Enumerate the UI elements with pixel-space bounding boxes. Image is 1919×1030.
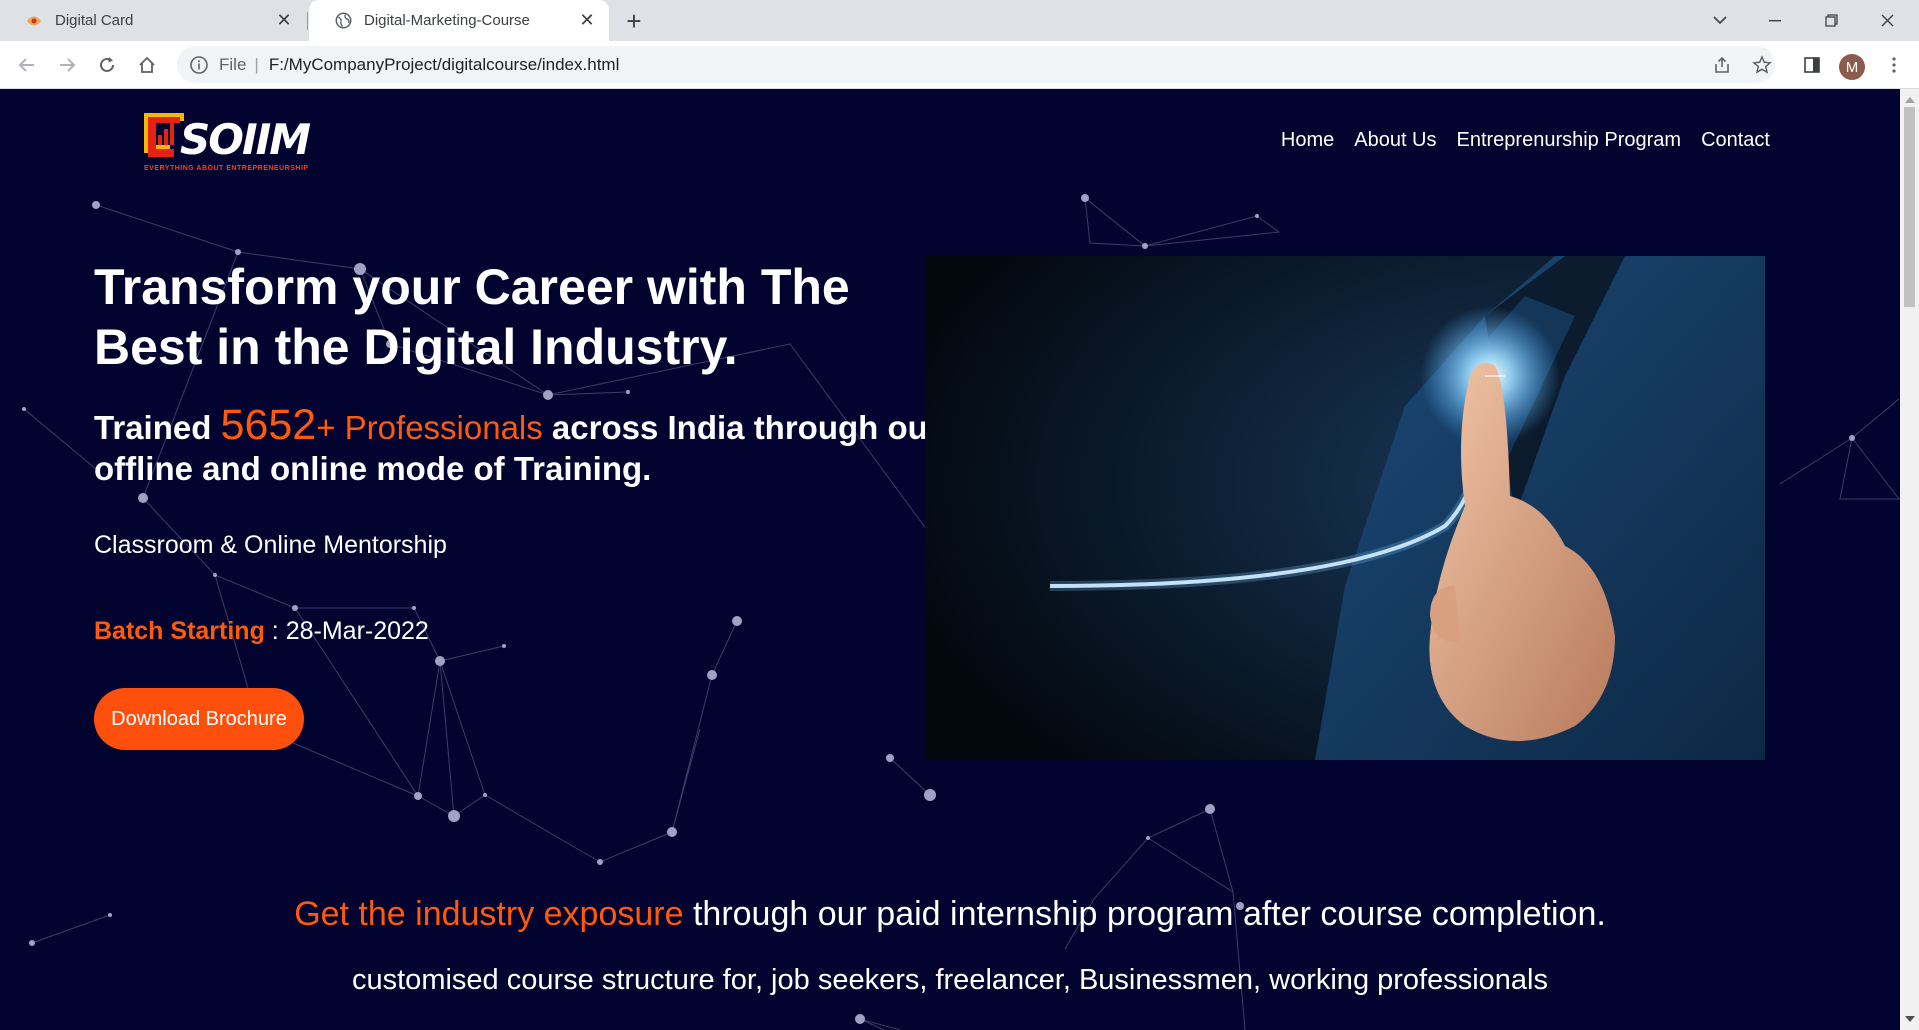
home-icon[interactable] bbox=[132, 50, 162, 80]
trained-prefix: Trained bbox=[94, 409, 221, 446]
address-bar[interactable]: File | F:/MyCompanyProject/digitalcourse… bbox=[177, 46, 1775, 83]
batch-info: Batch Starting : 28-Mar-2022 bbox=[94, 617, 429, 646]
trained-count: 5652 bbox=[220, 401, 317, 449]
forward-icon[interactable] bbox=[52, 50, 82, 80]
url-separator: | bbox=[254, 54, 259, 74]
close-icon[interactable]: ✕ bbox=[575, 9, 599, 33]
tab-divider bbox=[307, 12, 308, 30]
side-panel-icon[interactable] bbox=[1797, 50, 1827, 80]
minimize-icon[interactable] bbox=[1747, 0, 1803, 41]
close-window-icon[interactable] bbox=[1859, 0, 1915, 41]
tab-title: Digital-Marketing-Course bbox=[364, 12, 530, 29]
hero-image bbox=[925, 256, 1765, 760]
vertical-scrollbar[interactable] bbox=[1900, 89, 1919, 1030]
reload-icon[interactable] bbox=[92, 50, 122, 80]
back-icon[interactable] bbox=[12, 50, 42, 80]
tab-digital-marketing-course[interactable]: Digital-Marketing-Course ✕ bbox=[309, 0, 609, 41]
download-brochure-button[interactable]: Download Brochure bbox=[94, 688, 304, 750]
browser-toolbar: File | F:/MyCompanyProject/digitalcourse… bbox=[0, 41, 1919, 89]
globe-icon bbox=[334, 12, 352, 30]
exposure-highlight: Get the industry exposure bbox=[294, 895, 684, 933]
share-icon[interactable] bbox=[1707, 50, 1737, 80]
tab-strip: Digital Card ✕ Digital-Marketing-Course … bbox=[0, 0, 1919, 41]
tab-title: Digital Card bbox=[55, 12, 134, 29]
mentorship-text: Classroom & Online Mentorship bbox=[94, 531, 447, 559]
scroll-up-icon[interactable] bbox=[1905, 97, 1915, 103]
nav-contact[interactable]: Contact bbox=[1701, 129, 1770, 152]
bookmark-star-icon[interactable] bbox=[1747, 50, 1777, 80]
site-favicon-icon bbox=[25, 12, 43, 30]
close-icon[interactable]: ✕ bbox=[272, 9, 296, 33]
batch-separator: : bbox=[264, 617, 286, 645]
soiim-logo[interactable]: SOIIM EVERYTHING ABOUT ENTREPRENEURSHIP bbox=[140, 109, 330, 179]
restore-icon[interactable] bbox=[1803, 0, 1859, 41]
scroll-down-icon[interactable] bbox=[1905, 1016, 1915, 1022]
exposure-heading: Get the industry exposure through our pa… bbox=[0, 895, 1900, 934]
batch-label: Batch Starting bbox=[94, 617, 265, 645]
trained-plus: + bbox=[316, 409, 336, 446]
batch-date: 28-Mar-2022 bbox=[285, 617, 429, 645]
nav-about-us[interactable]: About Us bbox=[1354, 129, 1436, 152]
menu-icon[interactable] bbox=[1879, 50, 1909, 80]
url-scheme: File bbox=[219, 54, 247, 74]
nav-home[interactable]: Home bbox=[1281, 129, 1334, 152]
logo-tagline: EVERYTHING ABOUT ENTREPRENEURSHIP bbox=[144, 165, 309, 172]
url-text: F:/MyCompanyProject/digitalcourse/index.… bbox=[268, 54, 620, 74]
main-nav: Home About Us Entreprenurship Program Co… bbox=[1281, 129, 1770, 152]
tab-search-icon[interactable] bbox=[1692, 0, 1748, 41]
customised-course-text: customised course structure for, job see… bbox=[352, 964, 1548, 996]
tab-digital-card[interactable]: Digital Card ✕ bbox=[0, 0, 306, 41]
logo-text: SOIIM bbox=[180, 115, 311, 164]
hero-title: Transform your Career with The Best in t… bbox=[94, 259, 850, 375]
info-icon[interactable] bbox=[189, 55, 209, 75]
profile-avatar[interactable]: M bbox=[1839, 54, 1865, 80]
trained-statement: Trained 5652+ Professionals across India… bbox=[94, 404, 964, 489]
trained-professionals: Professionals bbox=[335, 409, 543, 446]
nav-entrepreneurship-program[interactable]: Entreprenurship Program bbox=[1457, 129, 1682, 152]
page-viewport: SOIIM EVERYTHING ABOUT ENTREPRENEURSHIP … bbox=[0, 89, 1900, 1030]
exposure-rest: through our paid internship program afte… bbox=[683, 895, 1606, 933]
scroll-thumb[interactable] bbox=[1904, 107, 1915, 307]
new-tab-icon[interactable]: + bbox=[620, 8, 648, 36]
